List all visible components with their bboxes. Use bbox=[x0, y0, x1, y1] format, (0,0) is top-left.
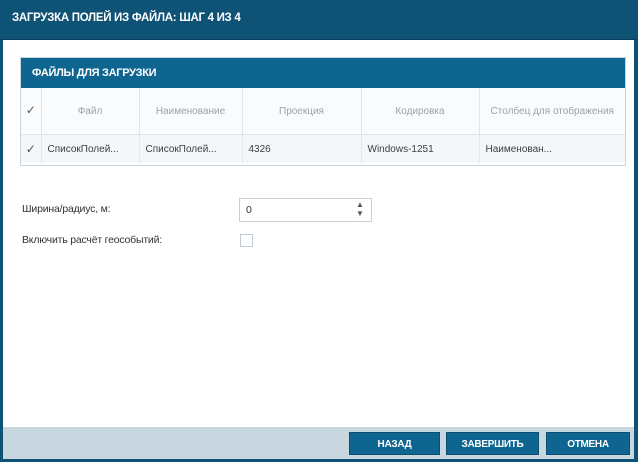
cell-encoding[interactable]: Windows-1251 bbox=[361, 134, 480, 163]
column-header-display-column[interactable]: Столбец для отображения bbox=[479, 88, 625, 135]
dialog-titlebar: ЗАГРУЗКА ПОЛЕЙ ИЗ ФАЙЛА: ШАГ 4 ИЗ 4 bbox=[0, 0, 638, 40]
cell-file: СписокПолей... bbox=[41, 134, 140, 163]
select-all-checkbox[interactable]: ✓ bbox=[21, 88, 42, 135]
check-icon: ✓ bbox=[25, 142, 36, 156]
table-row[interactable]: ✓ СписокПолей... СписокПолей... 4326 Win… bbox=[21, 134, 625, 163]
load-fields-dialog: ЗАГРУЗКА ПОЛЕЙ ИЗ ФАЙЛА: ШАГ 4 ИЗ 4 ФАЙЛ… bbox=[0, 0, 638, 462]
width-radius-spinner[interactable]: 0 ▲ ▼ bbox=[239, 198, 372, 222]
column-header-name[interactable]: Наименование bbox=[139, 88, 243, 135]
column-header-encoding[interactable]: Кодировка bbox=[361, 88, 480, 135]
geoevents-checkbox[interactable] bbox=[240, 234, 253, 247]
files-table-header-row: ✓ Файл Наименование Проекция Кодировка С… bbox=[21, 88, 625, 135]
cell-display-column[interactable]: Наименован... bbox=[479, 134, 625, 163]
cell-name[interactable]: СписокПолей... bbox=[139, 134, 243, 163]
width-radius-label: Ширина/радиус, м: bbox=[22, 203, 111, 215]
spinner-arrows-icon[interactable]: ▲ ▼ bbox=[355, 201, 365, 219]
files-panel: ФАЙЛЫ ДЛЯ ЗАГРУЗКИ ✓ Файл Наименование П… bbox=[20, 57, 626, 166]
check-icon: ✓ bbox=[25, 103, 36, 117]
row-checkbox[interactable]: ✓ bbox=[21, 134, 42, 163]
cancel-button[interactable]: ОТМЕНА bbox=[546, 432, 630, 455]
dialog-title: ЗАГРУЗКА ПОЛЕЙ ИЗ ФАЙЛА: ШАГ 4 ИЗ 4 bbox=[12, 12, 241, 24]
files-panel-header: ФАЙЛЫ ДЛЯ ЗАГРУЗКИ bbox=[21, 58, 625, 88]
spin-down-icon[interactable]: ▼ bbox=[355, 210, 365, 219]
dialog-footer bbox=[3, 427, 634, 459]
window-frame-left bbox=[0, 40, 3, 462]
geoevents-label: Включить расчёт геособытий: bbox=[22, 234, 162, 246]
back-button[interactable]: НАЗАД bbox=[349, 432, 440, 455]
finish-button[interactable]: ЗАВЕРШИТЬ bbox=[446, 432, 539, 455]
files-table: ✓ Файл Наименование Проекция Кодировка С… bbox=[21, 88, 625, 163]
cell-projection[interactable]: 4326 bbox=[242, 134, 362, 163]
column-header-projection[interactable]: Проекция bbox=[242, 88, 362, 135]
window-frame-right bbox=[634, 40, 638, 462]
width-radius-value[interactable]: 0 bbox=[246, 204, 252, 216]
column-header-file[interactable]: Файл bbox=[41, 88, 140, 135]
